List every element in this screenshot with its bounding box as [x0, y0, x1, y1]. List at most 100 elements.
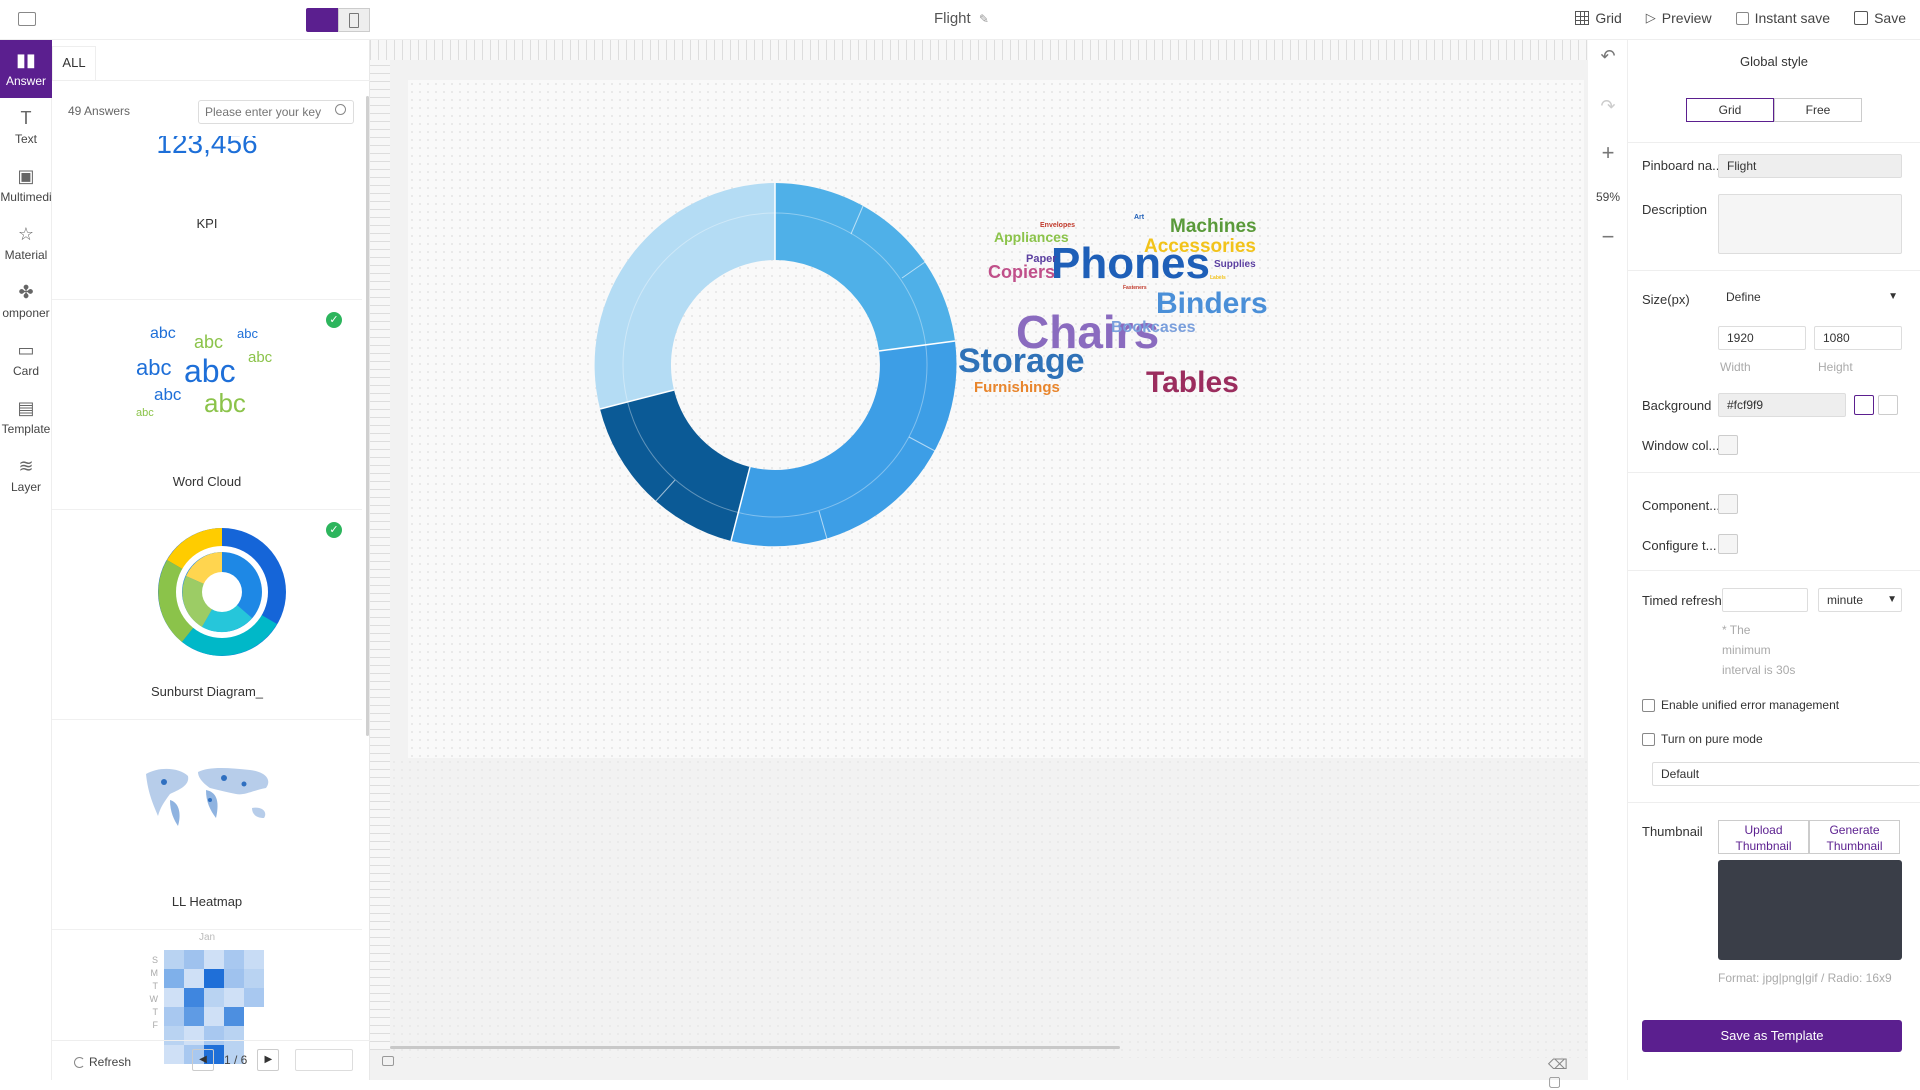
card-label: LL Heatmap: [171, 894, 243, 909]
timed-refresh-label: Timed refresh: [1642, 593, 1722, 608]
preview-button[interactable]: ▷ Preview: [1646, 10, 1712, 26]
word-fasteners: Fasteners: [1123, 285, 1147, 291]
layers-icon: ≋: [18, 456, 34, 476]
desktop-mode-button[interactable]: [306, 8, 338, 32]
height-label: Height: [1818, 360, 1853, 374]
configure-swatch[interactable]: [1718, 534, 1738, 554]
prev-page-button[interactable]: ◀: [192, 1049, 214, 1071]
left-ruler: [370, 60, 390, 1050]
pure-mode-checkbox[interactable]: Turn on pure mode: [1642, 732, 1763, 746]
undo-icon[interactable]: ↶: [1588, 46, 1628, 67]
nav-layer[interactable]: ≋ Layer: [0, 446, 52, 504]
tab-divider: [52, 80, 370, 81]
checkbox-icon: [1642, 732, 1655, 746]
thumbnail-buttons: Upload Thumbnail Generate Thumbnail: [1718, 820, 1900, 854]
description-label: Description: [1642, 202, 1708, 217]
keyboard-icon[interactable]: [382, 1056, 394, 1066]
configure-label: Configure t...: [1642, 538, 1717, 553]
card-word-cloud[interactable]: ✓ abc abc abc abc abc abc abc abc abc Wo…: [52, 300, 362, 510]
layout-free-button[interactable]: Free: [1774, 98, 1862, 122]
nav-component[interactable]: ✤ omponer: [0, 272, 52, 330]
svg-text:abc: abc: [136, 355, 171, 380]
panel-scrollbar[interactable]: [366, 96, 369, 736]
donut-chart-widget[interactable]: [590, 180, 960, 550]
timed-refresh-input[interactable]: [1722, 588, 1808, 612]
template-icon: ▤: [17, 398, 35, 418]
added-check-icon: ✓: [326, 522, 342, 538]
word-copiers: Copiers: [988, 262, 1055, 282]
component-swatch[interactable]: [1718, 494, 1738, 514]
nav-multimedia[interactable]: ▣ Multimedi: [0, 156, 52, 214]
fullscreen-icon[interactable]: ▢: [1548, 1073, 1561, 1089]
nav-material[interactable]: ☆ Material: [0, 214, 52, 272]
refresh-icon: [74, 1056, 85, 1068]
save-button[interactable]: Save: [1854, 10, 1906, 26]
search-icon[interactable]: [335, 104, 346, 115]
pinboard-canvas[interactable]: Phones Chairs Storage Binders Tables Mac…: [408, 80, 1584, 758]
refresh-button[interactable]: Refresh: [74, 1055, 131, 1069]
star-icon: ☆: [17, 224, 35, 244]
card-ll-heatmap[interactable]: LL Heatmap: [52, 720, 362, 930]
description-textarea[interactable]: [1718, 194, 1902, 254]
background-label: Background: [1642, 398, 1712, 413]
world-map-thumbnail: [146, 768, 269, 826]
background-image-icon[interactable]: [1878, 395, 1898, 415]
nav-template[interactable]: ▤ Template: [0, 388, 52, 446]
eraser-icon[interactable]: ⌫: [1548, 1056, 1568, 1072]
word-paper: Paper: [1026, 253, 1057, 265]
unified-error-checkbox[interactable]: Enable unified error management: [1642, 698, 1839, 712]
card-sunburst[interactable]: ✓ Sunburst Diagram_: [52, 510, 362, 720]
added-check-icon: ✓: [326, 312, 342, 328]
page-jump-input[interactable]: [295, 1049, 353, 1071]
canvas-horizontal-scrollbar[interactable]: [390, 1046, 1120, 1049]
next-page-button[interactable]: ▶: [257, 1049, 280, 1071]
thumbnail-format-note: Format: jpg|png|gif / Radio: 16x9: [1718, 971, 1892, 985]
height-input[interactable]: 1080: [1814, 326, 1902, 350]
divider: [1628, 570, 1920, 571]
sunburst-thumbnail: [158, 528, 286, 656]
theme-select[interactable]: Default: [1652, 762, 1920, 786]
nav-answer[interactable]: ▮▮ Answer: [0, 40, 52, 98]
background-color-input[interactable]: #fcf9f9: [1718, 393, 1846, 417]
edit-pencil-icon[interactable]: ✎: [979, 12, 989, 26]
redo-icon[interactable]: ↷: [1588, 96, 1628, 117]
svg-text:abc: abc: [154, 385, 182, 404]
word-supplies: Supplies: [1214, 259, 1256, 270]
color-swatch-button[interactable]: [1854, 395, 1874, 415]
device-toggle: [306, 8, 370, 32]
canvas-area: Phones Chairs Storage Binders Tables Mac…: [370, 40, 1588, 1089]
instant-save-checkbox[interactable]: Instant save: [1735, 10, 1830, 26]
card-kpi[interactable]: 123,456 KPI: [52, 136, 362, 300]
size-label: Size(px): [1642, 292, 1690, 307]
svg-text:abc: abc: [237, 326, 258, 341]
zoom-out-icon[interactable]: −: [1588, 224, 1628, 250]
tab-all[interactable]: ALL: [52, 46, 96, 80]
checkbox-icon: [1642, 698, 1655, 712]
word-tables: Tables: [1146, 366, 1239, 399]
pinboard-name-input[interactable]: Flight: [1718, 154, 1902, 178]
upload-thumbnail-button[interactable]: Upload Thumbnail: [1718, 820, 1809, 854]
size-mode-select[interactable]: Define ▼: [1718, 286, 1902, 310]
nav-text[interactable]: T Text: [0, 98, 52, 156]
nav-card[interactable]: ▭ Card: [0, 330, 52, 388]
component-label: Component...: [1642, 498, 1721, 513]
divider: [1628, 472, 1920, 473]
zoom-in-icon[interactable]: +: [1588, 140, 1628, 166]
word-cloud-widget[interactable]: Phones Chairs Storage Binders Tables Mac…: [956, 210, 1286, 400]
panel-footer: Refresh ◀ 1 / 6 ▶: [52, 1040, 370, 1080]
grid-button[interactable]: Grid: [1575, 10, 1622, 26]
timed-unit-select[interactable]: minute ▼: [1818, 588, 1902, 612]
answer-search-input[interactable]: [198, 100, 354, 124]
width-input[interactable]: 1920: [1718, 326, 1806, 350]
app-logo-icon[interactable]: [18, 12, 36, 26]
svg-text:abc: abc: [194, 332, 223, 352]
mobile-mode-button[interactable]: [338, 8, 370, 32]
top-ruler: [370, 40, 1588, 60]
save-as-template-button[interactable]: Save as Template: [1642, 1020, 1902, 1052]
pinboard-title[interactable]: Flight ✎: [934, 10, 989, 27]
window-color-swatch[interactable]: [1718, 435, 1738, 455]
word-furnishings: Furnishings: [974, 379, 1060, 396]
layout-grid-button[interactable]: Grid: [1686, 98, 1774, 122]
generate-thumbnail-button[interactable]: Generate Thumbnail: [1809, 820, 1900, 854]
svg-text:abc: abc: [248, 349, 273, 366]
